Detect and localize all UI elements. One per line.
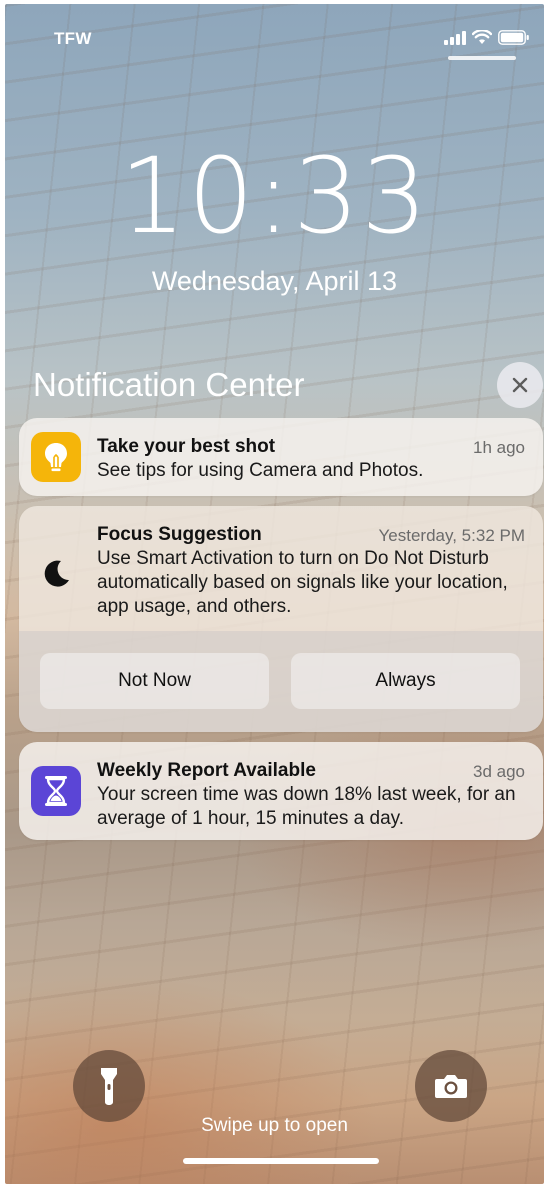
notification-title: Focus Suggestion: [97, 524, 262, 545]
notification-title: Take your best shot: [97, 436, 276, 457]
always-button[interactable]: Always: [291, 653, 520, 709]
moon-icon: [31, 548, 81, 598]
clear-notifications-button[interactable]: [497, 362, 543, 408]
notification-screen-time[interactable]: Weekly Report Available 3d ago Your scre…: [19, 742, 543, 840]
camera-icon: [435, 1075, 467, 1098]
swipe-up-hint: Swipe up to open: [201, 1115, 348, 1136]
notification-body: Use Smart Activation to turn on Do Not D…: [97, 548, 508, 617]
lock-date: Wednesday, April 13: [151, 266, 398, 296]
notification-time: 3d ago: [473, 762, 525, 781]
notification-tips[interactable]: Take your best shot 1h ago See tips for …: [19, 418, 543, 496]
lock-screen: TFW 10:33 Wednesday, April 13 Notificati…: [5, 4, 544, 1184]
notification-title: Weekly Report Available: [97, 760, 316, 781]
status-bar: TFW: [5, 26, 544, 60]
notification-actions: Not Now Always: [19, 631, 543, 732]
notification-body: See tips for using Camera and Photos.: [97, 460, 424, 481]
wifi-icon: [472, 30, 492, 44]
flashlight-icon: [101, 1068, 117, 1105]
battery-icon: [498, 30, 529, 45]
hourglass-icon: [31, 766, 81, 816]
not-now-button[interactable]: Not Now: [40, 653, 269, 709]
cellular-signal-icon: [444, 30, 466, 45]
home-indicator[interactable]: [183, 1158, 379, 1164]
close-icon: [512, 377, 528, 393]
camera-button[interactable]: [415, 1050, 487, 1122]
notification-time: Yesterday, 5:32 PM: [378, 526, 525, 545]
carrier-label: TFW: [54, 29, 92, 48]
flashlight-button[interactable]: [73, 1050, 145, 1122]
lock-clock: 10:33: [119, 135, 430, 257]
notification-focus-suggestion[interactable]: Focus Suggestion Yesterday, 5:32 PM Use …: [19, 506, 543, 732]
notification-center-title: Notification Center: [33, 366, 305, 403]
control-center-indicator[interactable]: [448, 56, 516, 60]
notification-body: Your screen time was down 18% last week,…: [97, 784, 516, 829]
lightbulb-icon: [31, 432, 81, 482]
notification-time: 1h ago: [473, 438, 525, 457]
status-icons: [444, 30, 530, 45]
